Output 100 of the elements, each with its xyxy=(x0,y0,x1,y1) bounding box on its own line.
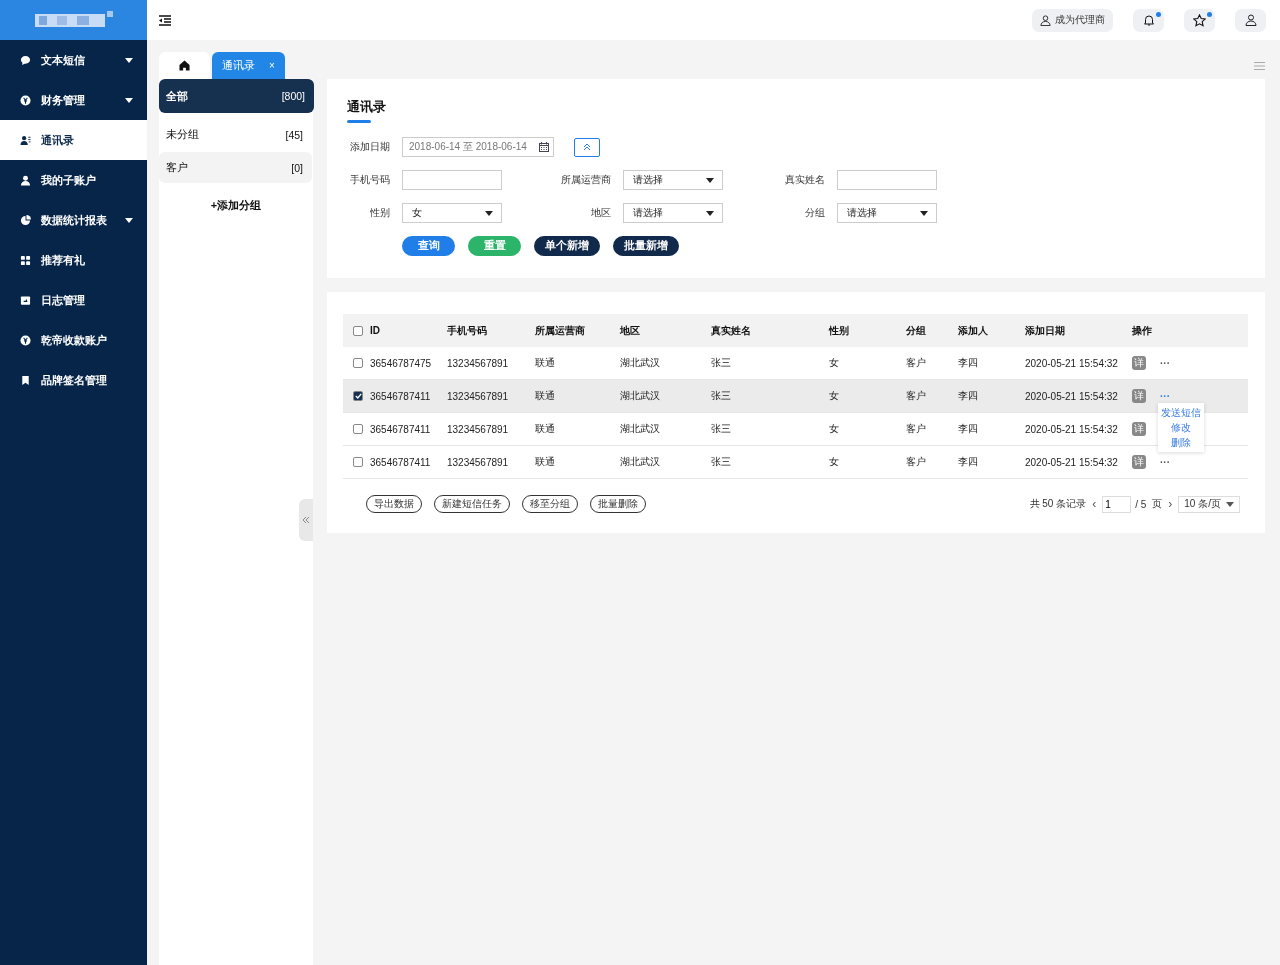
table-cell-text: 13234567891 xyxy=(447,390,510,402)
menu-icon[interactable] xyxy=(1254,61,1265,70)
more-button[interactable]: ··· xyxy=(1160,456,1170,468)
text-input-field[interactable] xyxy=(402,170,502,190)
detail-button[interactable]: 详 xyxy=(1132,356,1146,370)
yen-icon xyxy=(20,94,31,106)
table-cell-text: 36546787475 xyxy=(370,357,433,369)
table-cell-text: 36546787411 xyxy=(370,423,432,435)
column-header: ID xyxy=(370,325,381,336)
row-checkbox[interactable] xyxy=(353,424,363,434)
text-input-field[interactable] xyxy=(837,170,937,190)
detail-button[interactable]: 详 xyxy=(1132,455,1146,469)
page-input-field[interactable]: 1 xyxy=(1102,495,1132,513)
table-cell-text: 张三 xyxy=(711,422,732,436)
column-header: 手机号码 xyxy=(447,323,488,338)
group-item[interactable]: 客户 [0] xyxy=(159,152,312,183)
table-cell-text: 联通 xyxy=(535,455,556,469)
pie-chart-icon xyxy=(20,214,31,226)
become-agent-button[interactable]: 成为代理商 xyxy=(1032,8,1113,32)
prev-page-button[interactable]: ‹ xyxy=(1092,497,1097,511)
checkmark-icon xyxy=(354,393,362,399)
bookmark-icon xyxy=(20,374,31,386)
next-page-button[interactable]: › xyxy=(1168,497,1173,511)
select-field[interactable]: 请选择 xyxy=(623,170,723,190)
bulk-action-button[interactable]: 移至分组 xyxy=(522,495,578,513)
detail-button[interactable]: 详 xyxy=(1132,422,1146,436)
title-underline xyxy=(347,120,371,123)
group-name: 客户 xyxy=(166,160,188,175)
row-checkbox[interactable] xyxy=(353,358,363,368)
page-size-select[interactable]: 10 条/页 xyxy=(1178,495,1240,513)
table-cell-text: 李四 xyxy=(958,422,979,436)
close-icon[interactable]: × xyxy=(269,60,275,71)
bulk-action-button[interactable]: 批量删除 xyxy=(590,495,646,513)
group-item[interactable]: 全部 [800] xyxy=(159,79,314,113)
column-header: 性别 xyxy=(829,323,850,338)
bulk-action-button[interactable]: 新建短信任务 xyxy=(434,495,510,513)
action-button[interactable]: 单个新增 xyxy=(534,236,600,256)
yen-icon xyxy=(20,334,31,346)
double-chevron-left-icon xyxy=(302,516,310,524)
row-checkbox[interactable] xyxy=(353,457,363,467)
group-item[interactable]: 未分组 [45] xyxy=(159,119,312,150)
account-button[interactable] xyxy=(1235,8,1266,32)
sidebar-item[interactable]: 文本短信 xyxy=(0,40,147,80)
caret-down-icon xyxy=(485,210,493,216)
action-button[interactable]: 批量新增 xyxy=(613,236,679,256)
date-range-field[interactable]: 2018-06-14 至 2018-06-14 xyxy=(402,137,554,157)
notification-button[interactable] xyxy=(1133,8,1164,32)
row-checkbox[interactable] xyxy=(353,391,363,401)
chat-bubble-icon xyxy=(20,54,31,66)
select-field[interactable]: 请选择 xyxy=(837,203,937,223)
sidebar-item[interactable]: 乾帝收款账户 xyxy=(0,320,147,360)
table-cell-text: 客户 xyxy=(906,422,927,436)
table-cell-text: 36546787411 xyxy=(370,390,432,402)
table-cell-text: 女 xyxy=(829,389,840,403)
sidebar-item[interactable]: 我的子账户 xyxy=(0,160,147,200)
detail-button[interactable]: 详 xyxy=(1132,389,1146,403)
action-button[interactable]: 查询 xyxy=(402,236,455,256)
sidebar-item[interactable]: 数据统计报表 xyxy=(0,200,147,240)
double-chevron-up-icon xyxy=(583,143,591,151)
field-label: 添加日期 xyxy=(349,140,391,154)
table-cell-text: 2020-05-21 15:54:32 xyxy=(1025,456,1119,468)
table-cell-text: 湖北武汉 xyxy=(620,455,661,469)
table-cell-text: 湖北武汉 xyxy=(620,356,661,370)
sidebar-item[interactable]: 品牌签名管理 xyxy=(0,360,147,400)
group-name: 全部 xyxy=(166,88,188,104)
favorites-button[interactable] xyxy=(1184,8,1215,32)
calendar-icon xyxy=(539,142,549,152)
sidebar-item[interactable]: 财务管理 xyxy=(0,80,147,120)
field-label: 分组 xyxy=(804,206,826,220)
add-group-button[interactable]: +添加分组 xyxy=(204,197,268,214)
home-tab[interactable] xyxy=(159,52,210,79)
sidebar-item[interactable]: 日志管理 xyxy=(0,280,147,320)
page-title: 通讯录 xyxy=(347,99,386,116)
table-cell-text: 客户 xyxy=(906,389,927,403)
menu-fold-icon[interactable] xyxy=(159,14,171,26)
table-cell-text: 女 xyxy=(829,422,840,436)
caret-down-icon xyxy=(706,210,714,216)
sidebar-item[interactable]: 通讯录 xyxy=(0,120,147,160)
column-header: 添加人 xyxy=(958,323,989,338)
table-cell-text: 李四 xyxy=(958,455,979,469)
more-button[interactable]: ··· xyxy=(1160,357,1170,369)
menu-item[interactable]: 修改 xyxy=(1171,420,1191,435)
blurred-logo-icon xyxy=(34,11,113,29)
table-cell-text: 2020-05-21 15:54:32 xyxy=(1025,423,1119,435)
table-cell-text: 张三 xyxy=(711,389,732,403)
column-header: 操作 xyxy=(1132,323,1153,338)
page-tab[interactable]: 通讯录 × xyxy=(212,52,285,79)
select-field[interactable]: 女 xyxy=(402,203,502,223)
bulk-action-button[interactable]: 导出数据 xyxy=(366,495,422,513)
group-count: [0] xyxy=(291,161,303,174)
field-label: 地区 xyxy=(590,206,612,220)
field-label: 真实姓名 xyxy=(784,173,826,187)
select-field[interactable]: 请选择 xyxy=(623,203,723,223)
table-cell-text: 联通 xyxy=(535,389,556,403)
column-header: 添加日期 xyxy=(1025,323,1066,338)
table-cell-text: 联通 xyxy=(535,422,556,436)
select-all-checkbox[interactable] xyxy=(353,325,363,336)
sidebar-item[interactable]: 推荐有礼 xyxy=(0,240,147,280)
expand-toggle-button[interactable] xyxy=(574,137,600,157)
column-header: 地区 xyxy=(620,323,641,338)
